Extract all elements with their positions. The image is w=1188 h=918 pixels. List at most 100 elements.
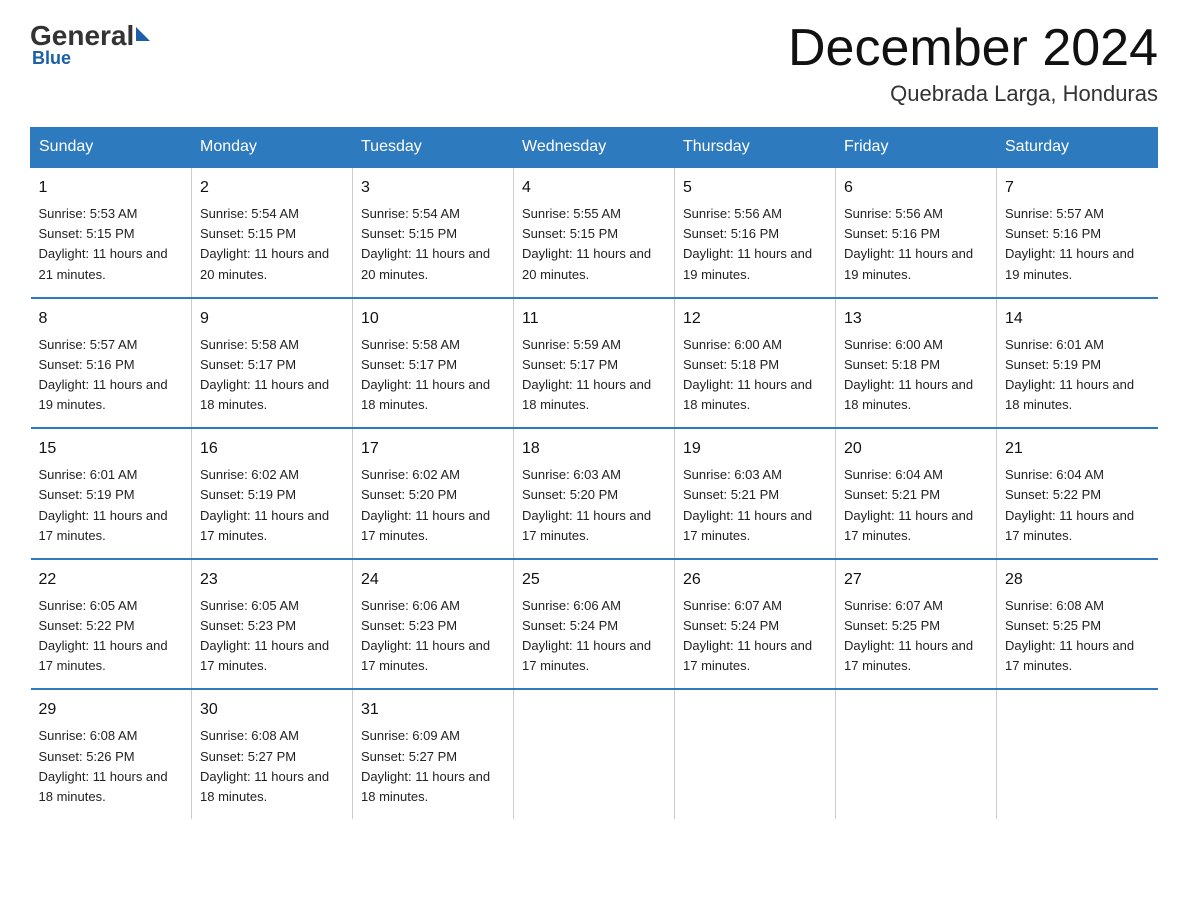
- day-info: Sunrise: 6:01 AMSunset: 5:19 PMDaylight:…: [1005, 335, 1150, 416]
- day-number: 7: [1005, 176, 1150, 200]
- day-number: 1: [39, 176, 184, 200]
- day-number: 6: [844, 176, 988, 200]
- day-info: Sunrise: 5:58 AMSunset: 5:17 PMDaylight:…: [200, 335, 344, 416]
- day-info: Sunrise: 5:57 AMSunset: 5:16 PMDaylight:…: [39, 335, 184, 416]
- calendar-cell: 8 Sunrise: 5:57 AMSunset: 5:16 PMDaylight…: [31, 298, 192, 429]
- calendar-cell: 11 Sunrise: 5:59 AMSunset: 5:17 PMDayligh…: [514, 298, 675, 429]
- calendar-cell: 14 Sunrise: 6:01 AMSunset: 5:19 PMDayligh…: [997, 298, 1158, 429]
- calendar-cell: 12Sunrise: 6:00 AMSunset: 5:18 PMDayligh…: [675, 298, 836, 429]
- calendar-header: Sunday Monday Tuesday Wednesday Thursday…: [31, 128, 1158, 168]
- day-number: 10: [361, 307, 505, 331]
- day-info: Sunrise: 6:04 AMSunset: 5:22 PMDaylight:…: [1005, 465, 1150, 546]
- day-number: 3: [361, 176, 505, 200]
- calendar-cell: 2Sunrise: 5:54 AMSunset: 5:15 PMDaylight…: [192, 167, 353, 298]
- day-info: Sunrise: 6:05 AMSunset: 5:23 PMDaylight:…: [200, 596, 344, 677]
- calendar-cell: [836, 689, 997, 819]
- logo-triangle-icon: [136, 27, 150, 41]
- day-info: Sunrise: 5:57 AMSunset: 5:16 PMDaylight:…: [1005, 204, 1150, 285]
- day-number: 29: [39, 698, 184, 722]
- day-number: 15: [39, 437, 184, 461]
- day-info: Sunrise: 6:02 AMSunset: 5:19 PMDaylight:…: [200, 465, 344, 546]
- calendar-cell: 26 Sunrise: 6:07 AMSunset: 5:24 PMDayligh…: [675, 559, 836, 690]
- calendar-cell: 4Sunrise: 5:55 AMSunset: 5:15 PMDaylight…: [514, 167, 675, 298]
- calendar-cell: 15 Sunrise: 6:01 AMSunset: 5:19 PMDayligh…: [31, 428, 192, 559]
- calendar-cell: 21Sunrise: 6:04 AMSunset: 5:22 PMDayligh…: [997, 428, 1158, 559]
- calendar-week-row: 15 Sunrise: 6:01 AMSunset: 5:19 PMDayligh…: [31, 428, 1158, 559]
- calendar-cell: [514, 689, 675, 819]
- calendar-cell: 13 Sunrise: 6:00 AMSunset: 5:18 PMDayligh…: [836, 298, 997, 429]
- day-info: Sunrise: 5:55 AMSunset: 5:15 PMDaylight:…: [522, 204, 666, 285]
- calendar-cell: 19Sunrise: 6:03 AMSunset: 5:21 PMDayligh…: [675, 428, 836, 559]
- calendar-week-row: 1Sunrise: 5:53 AMSunset: 5:15 PMDaylight…: [31, 167, 1158, 298]
- calendar-cell: 6 Sunrise: 5:56 AMSunset: 5:16 PMDaylight…: [836, 167, 997, 298]
- calendar-cell: 16Sunrise: 6:02 AMSunset: 5:19 PMDayligh…: [192, 428, 353, 559]
- day-number: 14: [1005, 307, 1150, 331]
- day-info: Sunrise: 5:54 AMSunset: 5:15 PMDaylight:…: [361, 204, 505, 285]
- col-thursday: Thursday: [675, 128, 836, 168]
- day-info: Sunrise: 5:58 AMSunset: 5:17 PMDaylight:…: [361, 335, 505, 416]
- day-number: 18: [522, 437, 666, 461]
- logo-blue-label: Blue: [32, 48, 150, 69]
- day-number: 23: [200, 568, 344, 592]
- day-info: Sunrise: 6:05 AMSunset: 5:22 PMDaylight:…: [39, 596, 184, 677]
- calendar-cell: 27Sunrise: 6:07 AMSunset: 5:25 PMDayligh…: [836, 559, 997, 690]
- col-wednesday: Wednesday: [514, 128, 675, 168]
- day-info: Sunrise: 6:01 AMSunset: 5:19 PMDaylight:…: [39, 465, 184, 546]
- calendar-week-row: 29 Sunrise: 6:08 AMSunset: 5:26 PMDayligh…: [31, 689, 1158, 819]
- day-info: Sunrise: 6:07 AMSunset: 5:25 PMDaylight:…: [844, 596, 988, 677]
- day-number: 26: [683, 568, 827, 592]
- day-number: 2: [200, 176, 344, 200]
- day-info: Sunrise: 5:56 AMSunset: 5:16 PMDaylight:…: [683, 204, 827, 285]
- day-info: Sunrise: 6:03 AMSunset: 5:20 PMDaylight:…: [522, 465, 666, 546]
- day-info: Sunrise: 5:59 AMSunset: 5:17 PMDaylight:…: [522, 335, 666, 416]
- calendar-cell: 23 Sunrise: 6:05 AMSunset: 5:23 PMDayligh…: [192, 559, 353, 690]
- day-info: Sunrise: 6:03 AMSunset: 5:21 PMDaylight:…: [683, 465, 827, 546]
- day-number: 13: [844, 307, 988, 331]
- day-number: 24: [361, 568, 505, 592]
- day-info: Sunrise: 6:00 AMSunset: 5:18 PMDaylight:…: [683, 335, 827, 416]
- col-tuesday: Tuesday: [353, 128, 514, 168]
- month-title: December 2024: [788, 20, 1158, 77]
- calendar-cell: 29 Sunrise: 6:08 AMSunset: 5:26 PMDayligh…: [31, 689, 192, 819]
- day-info: Sunrise: 6:07 AMSunset: 5:24 PMDaylight:…: [683, 596, 827, 677]
- calendar-cell: 25Sunrise: 6:06 AMSunset: 5:24 PMDayligh…: [514, 559, 675, 690]
- calendar-cell: [997, 689, 1158, 819]
- calendar-cell: 18 Sunrise: 6:03 AMSunset: 5:20 PMDayligh…: [514, 428, 675, 559]
- calendar-cell: 28 Sunrise: 6:08 AMSunset: 5:25 PMDayligh…: [997, 559, 1158, 690]
- calendar-header-row: Sunday Monday Tuesday Wednesday Thursday…: [31, 128, 1158, 168]
- calendar-cell: 9Sunrise: 5:58 AMSunset: 5:17 PMDaylight…: [192, 298, 353, 429]
- calendar-week-row: 22 Sunrise: 6:05 AMSunset: 5:22 PMDayligh…: [31, 559, 1158, 690]
- calendar-cell: 7 Sunrise: 5:57 AMSunset: 5:16 PMDaylight…: [997, 167, 1158, 298]
- calendar-cell: 17 Sunrise: 6:02 AMSunset: 5:20 PMDayligh…: [353, 428, 514, 559]
- day-info: Sunrise: 6:02 AMSunset: 5:20 PMDaylight:…: [361, 465, 505, 546]
- calendar-body: 1Sunrise: 5:53 AMSunset: 5:15 PMDaylight…: [31, 167, 1158, 819]
- day-info: Sunrise: 6:08 AMSunset: 5:25 PMDaylight:…: [1005, 596, 1150, 677]
- day-number: 28: [1005, 568, 1150, 592]
- calendar-cell: [675, 689, 836, 819]
- calendar-cell: 20Sunrise: 6:04 AMSunset: 5:21 PMDayligh…: [836, 428, 997, 559]
- day-info: Sunrise: 6:08 AMSunset: 5:26 PMDaylight:…: [39, 726, 184, 807]
- title-area: December 2024 Quebrada Larga, Honduras: [788, 20, 1158, 107]
- calendar-cell: 24Sunrise: 6:06 AMSunset: 5:23 PMDayligh…: [353, 559, 514, 690]
- day-number: 30: [200, 698, 344, 722]
- location-title: Quebrada Larga, Honduras: [788, 81, 1158, 107]
- day-number: 11: [522, 307, 666, 331]
- day-info: Sunrise: 5:56 AMSunset: 5:16 PMDaylight:…: [844, 204, 988, 285]
- logo: General Blue: [30, 20, 150, 69]
- calendar-cell: 30Sunrise: 6:08 AMSunset: 5:27 PMDayligh…: [192, 689, 353, 819]
- day-number: 5: [683, 176, 827, 200]
- page-header: General Blue December 2024 Quebrada Larg…: [30, 20, 1158, 107]
- day-info: Sunrise: 6:00 AMSunset: 5:18 PMDaylight:…: [844, 335, 988, 416]
- col-monday: Monday: [192, 128, 353, 168]
- calendar-cell: 10 Sunrise: 5:58 AMSunset: 5:17 PMDayligh…: [353, 298, 514, 429]
- day-number: 8: [39, 307, 184, 331]
- col-friday: Friday: [836, 128, 997, 168]
- calendar-cell: 5 Sunrise: 5:56 AMSunset: 5:16 PMDaylight…: [675, 167, 836, 298]
- day-info: Sunrise: 6:09 AMSunset: 5:27 PMDaylight:…: [361, 726, 505, 807]
- day-number: 17: [361, 437, 505, 461]
- calendar-cell: 22 Sunrise: 6:05 AMSunset: 5:22 PMDayligh…: [31, 559, 192, 690]
- day-number: 20: [844, 437, 988, 461]
- calendar-cell: 31Sunrise: 6:09 AMSunset: 5:27 PMDayligh…: [353, 689, 514, 819]
- calendar-cell: 1Sunrise: 5:53 AMSunset: 5:15 PMDaylight…: [31, 167, 192, 298]
- day-number: 22: [39, 568, 184, 592]
